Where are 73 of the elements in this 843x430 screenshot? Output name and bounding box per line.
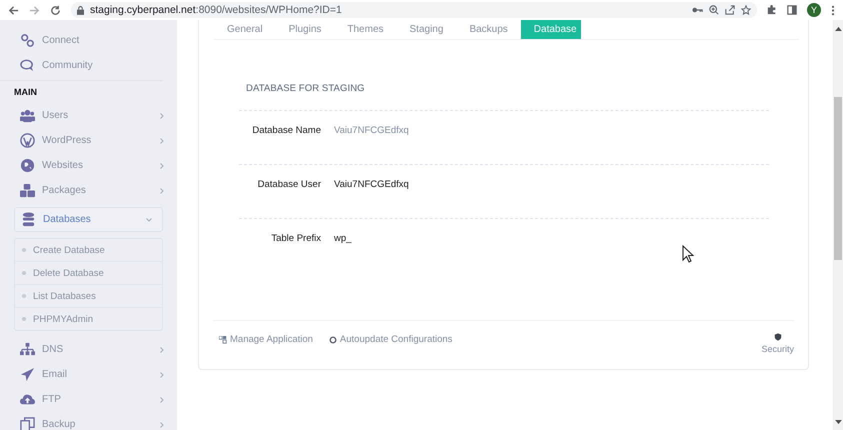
chevron-right-icon [160,346,164,352]
footer-link[interactable]: Manage Application [219,334,313,345]
chevron-right-icon [160,188,164,194]
sidebar-item[interactable]: Community [0,53,177,78]
submenu-item[interactable]: Create Database [15,239,162,261]
url-text: staging.cyberpanel.net:8090/websites/WPHome?ID=1 [90,4,342,16]
copy-icon [20,417,35,430]
lock-icon [77,6,84,14]
chevron-right-icon [160,396,164,402]
share-icon[interactable] [725,5,735,15]
connect-icon [20,33,35,48]
sidebar-item[interactable]: Email [0,362,177,387]
sidebar-item[interactable]: Users [0,103,177,128]
database-icon [21,212,36,227]
tab[interactable]: Plugins [276,20,334,39]
submenu-item[interactable]: List Databases [15,284,162,307]
menu-icon[interactable] [831,4,835,16]
community-icon [20,58,35,73]
refresh-icon [328,336,337,344]
globe-icon [20,158,35,173]
key-icon[interactable] [692,6,703,14]
profile-avatar[interactable]: Y [807,3,821,17]
chevron-down-icon [146,218,152,222]
scrollbar[interactable] [833,20,843,430]
back-icon[interactable] [8,4,19,16]
submenu-item[interactable]: Delete Database [15,261,162,284]
mouse-cursor-icon [682,245,694,263]
tab[interactable]: Database [520,20,581,39]
sidebar-item[interactable]: FTP [0,387,177,412]
users-icon [20,108,35,123]
shield-icon [774,333,782,341]
sidebar-item[interactable]: Connect [0,28,177,53]
address-bar[interactable]: staging.cyberpanel.net:8090/websites/WPHome?ID=1 [71,2,757,18]
tab[interactable]: Staging [396,20,456,39]
sidebar-item[interactable]: Packages [0,178,177,203]
tab[interactable]: Themes [334,20,397,39]
side-panel-icon[interactable] [787,5,797,15]
field-value: wp_ [334,233,352,246]
chevron-right-icon [160,162,164,168]
field-value: Vaiu7NFCGEdfxq [334,125,409,138]
cloud-icon [20,392,35,407]
zoom-icon[interactable] [709,5,719,15]
scroll-down-icon[interactable] [834,420,842,425]
section-heading: MAIN [0,80,163,103]
section-title: DATABASE FOR STAGING [246,83,366,96]
sidebar-item[interactable]: Databases [14,207,163,232]
sidebar-item[interactable]: Backup [0,412,177,430]
star-icon[interactable] [741,5,751,15]
footer-link[interactable]: Autoupdate Configurations [328,334,452,345]
submenu-item[interactable]: PHPMYAdmin [15,307,162,330]
wordpress-icon [20,133,35,148]
chevron-right-icon [160,138,164,144]
plane-icon [20,367,35,382]
field-label: Database User [256,179,321,192]
tab[interactable]: General [214,20,276,39]
scroll-up-icon[interactable] [834,26,842,31]
chevron-right-icon [160,372,164,378]
tab[interactable]: Backups [456,20,521,39]
sidebar-item[interactable]: Websites [0,153,177,178]
sidebar-item[interactable]: DNS [0,337,177,362]
reload-icon[interactable] [50,4,61,16]
apps-icon [219,336,227,344]
packages-icon [20,183,35,198]
sitemap-icon [20,342,35,357]
scroll-thumb[interactable] [834,97,842,260]
field-label: Table Prefix [270,233,321,246]
field-label: Database Name [251,125,321,138]
puzzle-icon[interactable] [767,5,777,15]
chevron-right-icon [160,112,164,118]
security-link[interactable]: Security [761,333,794,354]
field-value: Vaiu7NFCGEdfxq [334,179,409,192]
chevron-right-icon [160,422,164,428]
sidebar-item[interactable]: WordPress [0,128,177,153]
